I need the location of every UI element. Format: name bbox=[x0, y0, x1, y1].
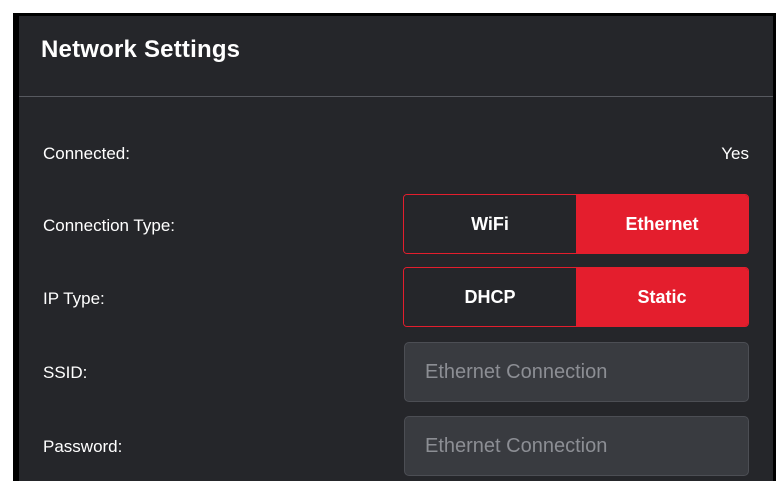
connection-type-toggle: WiFi Ethernet bbox=[403, 194, 749, 254]
ip-type-label: IP Type: bbox=[43, 289, 105, 308]
ip-type-static-button[interactable]: Static bbox=[576, 268, 748, 326]
panel-title: Network Settings bbox=[41, 36, 241, 63]
password-input[interactable] bbox=[404, 416, 749, 476]
connected-status-value: Yes bbox=[721, 144, 749, 163]
ssid-input[interactable] bbox=[404, 342, 749, 402]
connection-type-ethernet-button[interactable]: Ethernet bbox=[576, 195, 748, 253]
ip-type-toggle: DHCP Static bbox=[403, 267, 749, 327]
network-settings-panel: Network Settings Connected: Yes Connecti… bbox=[19, 16, 773, 481]
connected-label: Connected: bbox=[43, 144, 130, 163]
connection-type-wifi-button[interactable]: WiFi bbox=[404, 195, 576, 253]
ip-type-dhcp-button[interactable]: DHCP bbox=[404, 268, 576, 326]
ssid-label: SSID: bbox=[43, 363, 88, 382]
connection-type-label: Connection Type: bbox=[43, 216, 175, 235]
panel-header: Network Settings bbox=[19, 16, 773, 97]
password-label: Password: bbox=[43, 437, 123, 456]
